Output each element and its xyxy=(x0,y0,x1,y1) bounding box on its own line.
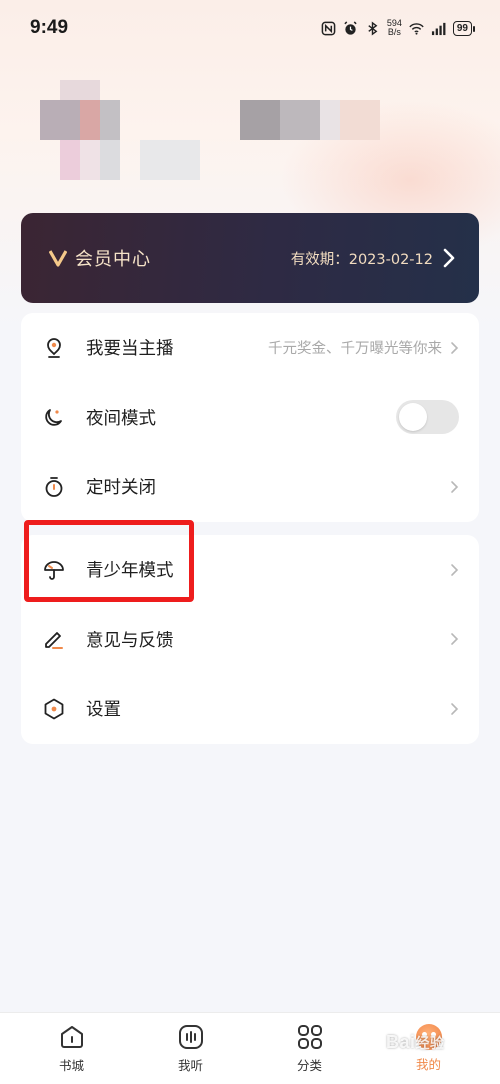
pen-feedback-icon xyxy=(41,626,67,652)
status-icons: 594 B/s 99 xyxy=(321,19,476,37)
watermark-suffix: 经验 xyxy=(415,1035,445,1051)
category-grid-icon xyxy=(297,1025,322,1049)
night-mode-toggle[interactable] xyxy=(396,400,459,435)
member-center-card[interactable]: 会员中心 有效期：2023-02-12 xyxy=(21,213,479,303)
menu-item-teen-mode[interactable]: 青少年模式 xyxy=(21,535,479,605)
menu-item-label: 青少年模式 xyxy=(86,561,174,582)
avatar-pixel xyxy=(60,80,100,100)
umbrella-icon xyxy=(41,557,67,583)
menu-item-label: 意见与反馈 xyxy=(86,630,174,651)
chevron-right-icon xyxy=(451,341,459,354)
chevron-right-icon xyxy=(451,633,459,646)
settings-hexagon-icon xyxy=(41,696,67,722)
menu-item-sleep-timer[interactable]: 定时关闭 xyxy=(21,452,479,522)
house-icon xyxy=(60,1026,83,1048)
chevron-right-icon xyxy=(451,703,459,715)
audio-wave-icon xyxy=(178,1025,203,1049)
member-center-title: 会员中心 xyxy=(75,249,151,270)
menu-item-feedback[interactable]: 意见与反馈 xyxy=(21,605,479,675)
menu-item-settings[interactable]: 设置 xyxy=(21,674,479,744)
avatar-pixel xyxy=(40,100,80,140)
moon-icon xyxy=(41,404,67,430)
tab-categories[interactable]: 分类 xyxy=(260,1023,360,1074)
avatar-pixel xyxy=(80,100,100,140)
tab-my-listening[interactable]: 我听 xyxy=(141,1023,241,1074)
username-pixel xyxy=(280,100,320,140)
tab-label: 我的 xyxy=(415,1057,441,1072)
wifi-icon xyxy=(409,22,424,35)
network-speed-unit: B/s xyxy=(387,27,401,37)
menu-group-primary: 我要当主播 千元奖金、千万曝光等你来 夜间模式 定时关闭 xyxy=(21,313,479,522)
network-speed: 594 B/s xyxy=(387,19,402,37)
anchor-promo-hint: 千元奖金、千万曝光等你来 xyxy=(268,341,442,358)
avatar-pixel xyxy=(80,140,100,180)
menu-item-night-mode: 夜间模式 xyxy=(21,383,479,453)
tab-bookstore[interactable]: 书城 xyxy=(22,1023,122,1074)
menu-item-become-anchor[interactable]: 我要当主播 千元奖金、千万曝光等你来 xyxy=(21,313,479,383)
menu-item-label: 夜间模式 xyxy=(86,408,156,429)
tab-label: 分类 xyxy=(296,1058,322,1073)
username-pixel xyxy=(320,100,340,140)
timer-icon xyxy=(41,474,67,500)
avatar-pixel xyxy=(100,100,120,140)
signal-icon xyxy=(431,22,446,35)
status-bar: 9:49 594 B/s 99 xyxy=(0,0,500,56)
menu-item-label: 设置 xyxy=(86,700,121,721)
menu-item-label: 定时关闭 xyxy=(86,478,156,499)
bluetooth-icon xyxy=(368,20,378,36)
tab-label: 书城 xyxy=(58,1058,84,1073)
watermark-brand: Bai xyxy=(386,1032,416,1052)
menu-group-secondary: 青少年模式 意见与反馈 设置 xyxy=(21,535,479,744)
anchor-mic-icon xyxy=(41,335,67,361)
vip-v-icon xyxy=(49,250,67,267)
tab-label: 我听 xyxy=(177,1058,203,1073)
membership-expiry: 有效期：2023-02-12 xyxy=(290,251,433,268)
nfc-icon xyxy=(321,21,336,35)
chevron-right-icon xyxy=(451,481,459,493)
avatar-pixel xyxy=(100,140,120,180)
battery-indicator: 99 xyxy=(452,20,476,36)
username-pixel xyxy=(240,100,280,140)
baidu-jingyan-watermark: Bai经验 xyxy=(386,1032,445,1053)
alarm-icon xyxy=(344,20,357,35)
chevron-right-icon xyxy=(443,248,455,268)
avatar-pixel xyxy=(140,140,200,180)
status-time: 9:49 xyxy=(30,17,69,38)
menu-item-label: 我要当主播 xyxy=(86,339,174,360)
avatar-pixel xyxy=(60,140,80,180)
username-pixel xyxy=(340,100,380,140)
chevron-right-icon xyxy=(451,563,459,576)
